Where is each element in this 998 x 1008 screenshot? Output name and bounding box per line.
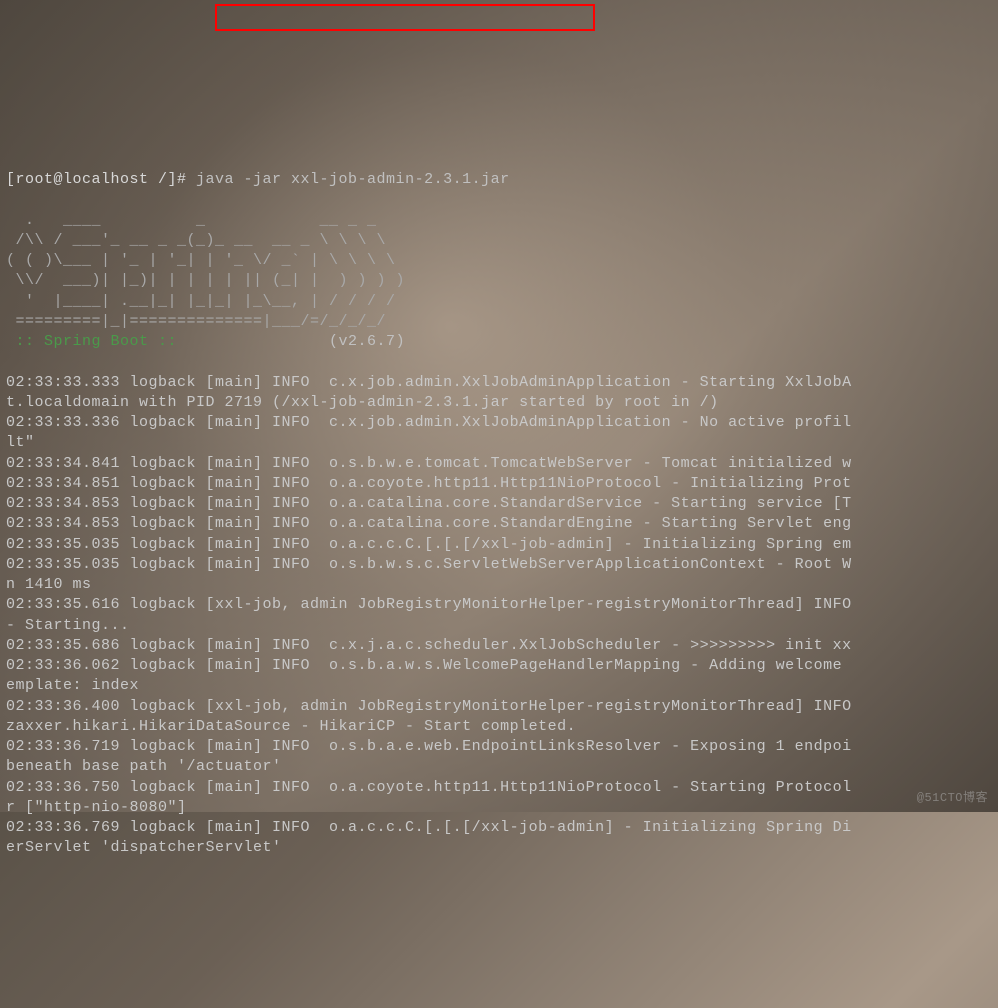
log-line: beneath base path '/actuator' [6, 758, 282, 775]
watermark-text: @51CTO博客 [917, 790, 988, 806]
log-line: emplate: index [6, 677, 139, 694]
terminal-output[interactable]: [root@localhost /]# java -jar xxl-job-ad… [0, 142, 998, 867]
log-line: 02:33:36.400 logback [xxl-job, admin Job… [6, 698, 852, 715]
log-line: 02:33:35.686 logback [main] INFO c.x.j.a… [6, 637, 852, 654]
spring-boot-version: (v2.6.7) [187, 333, 406, 350]
command-prompt-line: [root@localhost /]# java -jar xxl-job-ad… [6, 171, 510, 188]
log-line: t.localdomain with PID 2719 (/xxl-job-ad… [6, 394, 719, 411]
log-line: n 1410 ms [6, 576, 92, 593]
command-text: java -jar xxl-job-admin-2.3.1.jar [196, 171, 510, 188]
log-line: 02:33:36.719 logback [main] INFO o.s.b.a… [6, 738, 852, 755]
spring-boot-label: :: Spring Boot :: [6, 333, 187, 350]
log-line: 02:33:33.333 logback [main] INFO c.x.job… [6, 374, 852, 391]
log-line: 02:33:34.853 logback [main] INFO o.a.cat… [6, 495, 852, 512]
spring-ascii-art: . ____ _ __ _ _ /\\ / ___'_ __ _ _(_)_ _… [6, 212, 405, 330]
log-line: erServlet 'dispatcherServlet' [6, 839, 282, 856]
log-line: 02:33:35.035 logback [main] INFO o.s.b.w… [6, 556, 852, 573]
log-line: 02:33:33.336 logback [main] INFO c.x.job… [6, 414, 852, 431]
log-line: r ["http-nio-8080"] [6, 799, 187, 816]
log-line: lt" [6, 434, 35, 451]
log-line: - Starting... [6, 617, 130, 634]
log-line: 02:33:36.062 logback [main] INFO o.s.b.a… [6, 657, 852, 674]
log-line: 02:33:34.853 logback [main] INFO o.a.cat… [6, 515, 852, 532]
log-line: 02:33:34.841 logback [main] INFO o.s.b.w… [6, 455, 852, 472]
log-line: 02:33:34.851 logback [main] INFO o.a.coy… [6, 475, 852, 492]
log-line: zaxxer.hikari.HikariDataSource - HikariC… [6, 718, 576, 735]
log-line: 02:33:35.616 logback [xxl-job, admin Job… [6, 596, 852, 613]
log-line: 02:33:36.750 logback [main] INFO o.a.coy… [6, 779, 852, 796]
log-line: 02:33:36.769 logback [main] INFO o.a.c.c… [6, 819, 852, 836]
log-line: 02:33:35.035 logback [main] INFO o.a.c.c… [6, 536, 852, 553]
prompt-user-host: [root@localhost /]# [6, 171, 196, 188]
